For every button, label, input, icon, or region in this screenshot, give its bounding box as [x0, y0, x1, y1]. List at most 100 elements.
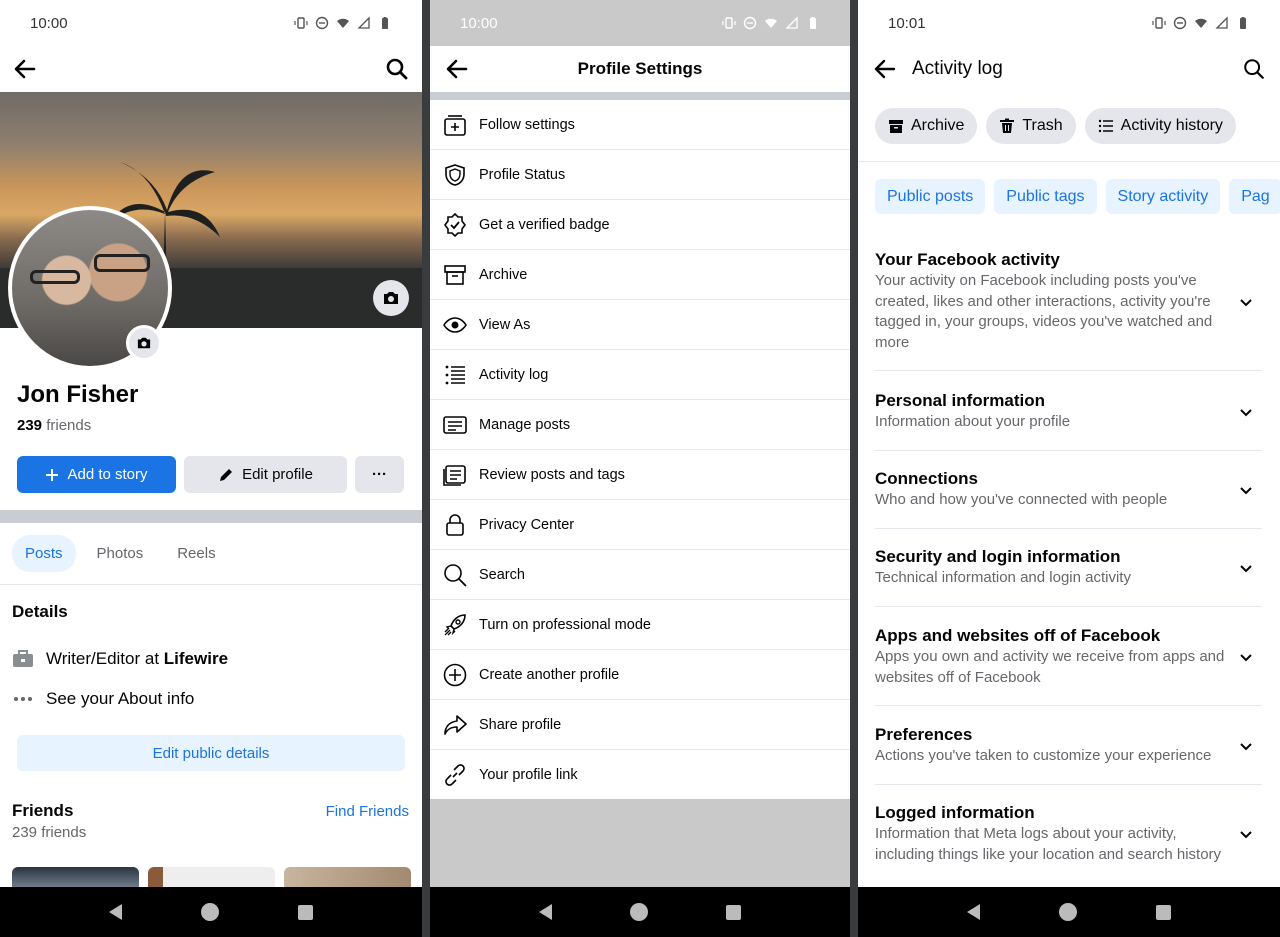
nav-recents-icon[interactable] — [726, 904, 741, 920]
search-icon — [444, 563, 467, 587]
filter-public-tags[interactable]: Public tags — [994, 179, 1097, 214]
status-icons — [294, 16, 392, 30]
section-description: Apps you own and activity we receive fro… — [875, 648, 1225, 686]
wifi-icon — [1195, 18, 1207, 28]
menu-item-activity-log[interactable]: Activity log — [430, 350, 850, 400]
glasses-right — [94, 254, 150, 272]
about-info-link[interactable]: See your About info — [12, 689, 194, 709]
signal-icon — [357, 16, 370, 29]
avatar-camera-button[interactable] — [126, 325, 162, 361]
filter-public-posts[interactable]: Public posts — [875, 179, 986, 214]
status-icons — [1152, 16, 1250, 30]
status-time: 10:01 — [888, 14, 926, 32]
menu-item-label: Review posts and tags — [479, 466, 625, 483]
nav-back-icon[interactable] — [967, 904, 981, 920]
camera-icon — [384, 292, 398, 304]
menu-item-professional-mode[interactable]: Turn on professional mode — [430, 600, 850, 650]
edit-profile-button[interactable]: Edit profile — [184, 456, 347, 493]
menu-item-profile-link[interactable]: Your profile link — [430, 750, 850, 800]
activity-log-header: Activity log — [858, 46, 1280, 92]
section-facebook-activity[interactable]: Your Facebook activity Your activity on … — [875, 250, 1262, 353]
glasses-left — [30, 270, 80, 284]
nav-home-icon[interactable] — [1058, 903, 1077, 921]
friends-number: 239 — [17, 417, 43, 434]
menu-item-create-profile[interactable]: Create another profile — [430, 650, 850, 700]
menu-item-label: Manage posts — [479, 416, 571, 433]
section-security-login[interactable]: Security and login information Technical… — [875, 547, 1262, 589]
find-friends-link[interactable]: Find Friends — [326, 803, 409, 820]
menu-item-view-as[interactable]: View As — [430, 300, 850, 350]
section-personal-information[interactable]: Personal information Information about y… — [875, 391, 1262, 433]
section-divider — [875, 784, 1262, 785]
add-to-story-button[interactable]: Add to story — [17, 456, 176, 493]
menu-item-review-posts[interactable]: Review posts and tags — [430, 450, 850, 500]
menu-item-archive[interactable]: Archive — [430, 250, 850, 300]
battery-icon — [382, 17, 388, 29]
trash-chip[interactable]: Trash — [986, 108, 1076, 144]
nav-recents-icon[interactable] — [297, 904, 313, 920]
chevron-down-icon — [1240, 831, 1252, 839]
battery-icon — [810, 17, 816, 29]
activity-history-chip[interactable]: Activity history — [1084, 108, 1236, 144]
dnd-icon — [315, 16, 329, 30]
tabs-divider — [0, 584, 422, 585]
menu-item-profile-status[interactable]: Profile Status — [430, 150, 850, 200]
vibrate-icon — [294, 17, 308, 29]
nav-back-icon[interactable] — [109, 904, 123, 920]
back-arrow-icon[interactable] — [444, 56, 470, 82]
archive-chip[interactable]: Archive — [875, 108, 978, 144]
menu-item-verified-badge[interactable]: Get a verified badge — [430, 200, 850, 250]
friends-count[interactable]: 239 friends — [17, 417, 91, 434]
lock-icon — [446, 513, 464, 536]
posts-icon — [443, 415, 467, 434]
nav-back-icon[interactable] — [539, 904, 552, 920]
section-apps-websites[interactable]: Apps and websites off of Facebook Apps y… — [875, 626, 1262, 688]
nav-recents-icon[interactable] — [1155, 904, 1171, 920]
section-title: Personal information — [875, 391, 1046, 410]
nav-home-icon[interactable] — [200, 903, 219, 921]
pencil-icon — [220, 468, 233, 481]
chevron-down-icon — [1240, 743, 1252, 751]
verified-badge-icon — [444, 212, 466, 237]
menu-item-label: Archive — [479, 266, 528, 283]
profile-tabs: Posts Photos Reels — [12, 535, 229, 572]
chevron-down-icon — [1240, 565, 1252, 573]
back-arrow-icon[interactable] — [12, 56, 38, 82]
menu-item-share-profile[interactable]: Share profile — [430, 700, 850, 750]
menu-item-follow-settings[interactable]: Follow settings — [430, 100, 850, 150]
back-arrow-icon[interactable] — [872, 56, 898, 82]
details-heading: Details — [12, 602, 68, 621]
trash-icon — [1000, 118, 1015, 133]
android-nav-bar — [0, 887, 422, 937]
filter-story-activity[interactable]: Story activity — [1105, 179, 1221, 214]
work-text: Writer/Editor at Lifewire — [46, 649, 229, 668]
menu-item-label: Follow settings — [479, 116, 575, 133]
filter-pages[interactable]: Pag — [1229, 179, 1280, 214]
more-dots-icon: ··· — [372, 466, 387, 483]
tab-photos[interactable]: Photos — [84, 535, 157, 572]
more-options-button[interactable]: ··· — [355, 456, 404, 493]
edit-public-details-button[interactable]: Edit public details — [17, 735, 405, 771]
section-preferences[interactable]: Preferences Actions you've taken to cust… — [875, 725, 1262, 767]
search-icon[interactable] — [384, 56, 410, 82]
profile-screen: 10:00 Jon Fisher 239 friends Add to stor… — [0, 0, 422, 937]
tab-posts[interactable]: Posts — [12, 535, 76, 572]
section-divider — [875, 705, 1262, 706]
signal-icon — [785, 16, 798, 29]
shield-icon — [445, 163, 465, 186]
section-connections[interactable]: Connections Who and how you've connected… — [875, 469, 1262, 511]
menu-item-manage-posts[interactable]: Manage posts — [430, 400, 850, 450]
chip-label: Archive — [911, 117, 965, 134]
cover-camera-button[interactable] — [373, 280, 409, 316]
plus-icon — [46, 468, 59, 481]
menu-item-label: Turn on professional mode — [479, 616, 651, 633]
tab-reels[interactable]: Reels — [164, 535, 228, 572]
menu-item-privacy-center[interactable]: Privacy Center — [430, 500, 850, 550]
nav-home-icon[interactable] — [630, 903, 648, 921]
chips-divider — [858, 161, 1280, 162]
search-icon[interactable] — [1242, 57, 1266, 81]
profile-settings-screen: 10:00 Profile Settings Follow settings P… — [430, 0, 850, 937]
section-title: Your Facebook activity — [875, 250, 1060, 269]
menu-item-search[interactable]: Search — [430, 550, 850, 600]
section-logged-information[interactable]: Logged information Information that Meta… — [875, 803, 1262, 865]
